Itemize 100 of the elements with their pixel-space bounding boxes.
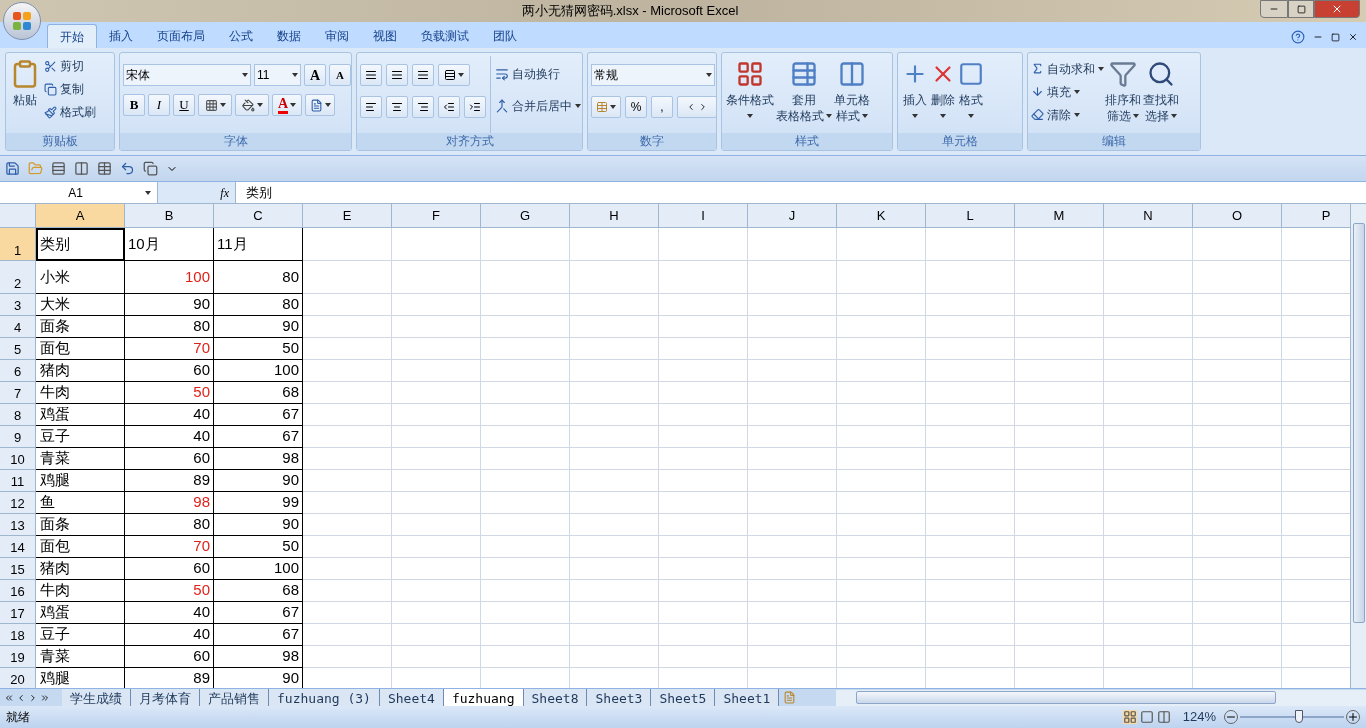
close-icon[interactable] bbox=[1348, 32, 1358, 42]
row-header[interactable]: 17 bbox=[0, 602, 36, 624]
row-header[interactable]: 6 bbox=[0, 360, 36, 382]
column-header[interactable]: C bbox=[214, 204, 303, 228]
phonetic-button[interactable] bbox=[305, 94, 335, 116]
ribbon-tab[interactable]: 审阅 bbox=[313, 24, 361, 48]
grow-font-button[interactable]: A bbox=[304, 64, 326, 86]
ribbon-tab[interactable]: 插入 bbox=[97, 24, 145, 48]
clipboard-button[interactable]: 格式刷 bbox=[44, 102, 96, 122]
row-header[interactable]: 11 bbox=[0, 470, 36, 492]
zoom-thumb[interactable] bbox=[1295, 710, 1304, 723]
next-sheet-icon[interactable] bbox=[28, 692, 38, 703]
font-style-button[interactable]: I bbox=[148, 94, 170, 116]
ribbon-tab[interactable]: 页面布局 bbox=[145, 24, 217, 48]
ribbon-tab[interactable]: 开始 bbox=[47, 24, 97, 48]
function-icon[interactable]: fx bbox=[220, 183, 229, 202]
cells-button[interactable]: 格式 bbox=[957, 56, 985, 133]
row-header[interactable]: 14 bbox=[0, 536, 36, 558]
column-header[interactable]: P bbox=[1282, 204, 1350, 228]
font-size-dropdown[interactable]: 11 bbox=[254, 64, 301, 86]
wrap-text-button[interactable]: 自动换行 bbox=[495, 64, 581, 84]
row-header[interactable]: 2 bbox=[0, 261, 36, 294]
cells-button[interactable]: 插入 bbox=[901, 56, 929, 133]
row-header[interactable]: 7 bbox=[0, 382, 36, 404]
styles-button[interactable]: 单元格 样式 bbox=[833, 56, 871, 133]
merge-center-button[interactable]: 合并后居中 bbox=[495, 96, 581, 116]
last-sheet-icon[interactable] bbox=[40, 692, 50, 703]
align-left-button[interactable] bbox=[360, 96, 382, 118]
row-header[interactable]: 13 bbox=[0, 514, 36, 536]
column-header[interactable]: B bbox=[125, 204, 214, 228]
clipboard-button[interactable]: 剪切 bbox=[44, 56, 96, 76]
zoom-in-icon[interactable] bbox=[1346, 710, 1360, 724]
ribbon-tab[interactable]: 负载测试 bbox=[409, 24, 481, 48]
sheet-tab[interactable]: 产品销售 bbox=[200, 689, 269, 706]
column-header[interactable]: L bbox=[926, 204, 1015, 228]
sheet-tab[interactable]: 学生成绩 bbox=[62, 689, 131, 706]
top-align-button[interactable] bbox=[360, 64, 382, 86]
column-header[interactable]: N bbox=[1104, 204, 1193, 228]
page-break-icon[interactable] bbox=[1156, 710, 1171, 724]
scroll-thumb[interactable] bbox=[856, 691, 1277, 704]
column-header[interactable]: K bbox=[837, 204, 926, 228]
row-header[interactable]: 18 bbox=[0, 624, 36, 646]
row-header[interactable]: 9 bbox=[0, 426, 36, 448]
sheet-tab[interactable]: 月考体育 bbox=[131, 689, 200, 706]
minimize-button[interactable] bbox=[1260, 0, 1288, 18]
styles-button[interactable]: 条件格式 bbox=[725, 56, 775, 133]
column-header[interactable]: H bbox=[570, 204, 659, 228]
font-style-button[interactable]: U bbox=[173, 94, 195, 116]
ribbon-tab[interactable]: 公式 bbox=[217, 24, 265, 48]
ribbon-tab[interactable]: 数据 bbox=[265, 24, 313, 48]
column-header[interactable]: E bbox=[303, 204, 392, 228]
row-header[interactable]: 3 bbox=[0, 294, 36, 316]
column-header[interactable]: O bbox=[1193, 204, 1282, 228]
row-header[interactable]: 1 bbox=[0, 228, 36, 261]
styles-button[interactable]: 套用 表格格式 bbox=[775, 56, 833, 133]
table-icon[interactable] bbox=[97, 161, 112, 176]
editing-button[interactable]: 自动求和 bbox=[1031, 58, 1104, 79]
page-layout-icon[interactable] bbox=[1139, 710, 1154, 724]
scroll-thumb[interactable] bbox=[1352, 223, 1365, 623]
row-header[interactable]: 8 bbox=[0, 404, 36, 426]
row-header[interactable]: 19 bbox=[0, 646, 36, 668]
middle-align-button[interactable] bbox=[386, 64, 408, 86]
vertical-scrollbar[interactable] bbox=[1350, 204, 1366, 688]
borders-button[interactable] bbox=[198, 94, 232, 116]
row-header[interactable]: 12 bbox=[0, 492, 36, 514]
formula-field[interactable]: 类别 bbox=[236, 182, 1366, 203]
row-header[interactable]: 16 bbox=[0, 580, 36, 602]
row-header[interactable]: 4 bbox=[0, 316, 36, 338]
decrease-indent-button[interactable] bbox=[438, 96, 460, 118]
sheet-tab[interactable]: fuzhuang bbox=[443, 689, 524, 706]
column-header[interactable]: J bbox=[748, 204, 837, 228]
editing-button[interactable]: 填充 bbox=[1031, 81, 1104, 102]
column-header[interactable]: F bbox=[392, 204, 481, 228]
paste-button[interactable]: 粘贴 bbox=[9, 56, 41, 133]
row-header[interactable]: 5 bbox=[0, 338, 36, 360]
ribbon-tab[interactable]: 团队 bbox=[481, 24, 529, 48]
sheet-tab[interactable]: Sheet3 bbox=[587, 689, 652, 706]
editing-big-button[interactable]: 查找和 选择 bbox=[1142, 56, 1180, 133]
font-style-button[interactable]: B bbox=[123, 94, 145, 116]
sheet-tab[interactable]: Sheet4 bbox=[379, 689, 444, 706]
sheet-tab[interactable]: Sheet1 bbox=[715, 689, 780, 706]
shrink-font-button[interactable]: A bbox=[329, 64, 351, 86]
editing-button[interactable]: 清除 bbox=[1031, 104, 1104, 125]
zoom-slider[interactable] bbox=[1240, 710, 1344, 724]
percent-button[interactable]: % bbox=[625, 96, 647, 118]
office-button[interactable] bbox=[3, 2, 41, 40]
normal-view-icon[interactable] bbox=[1122, 710, 1137, 724]
restore-button[interactable] bbox=[1288, 0, 1314, 18]
column-header[interactable]: M bbox=[1015, 204, 1104, 228]
column-header[interactable]: G bbox=[481, 204, 570, 228]
sheet-tab[interactable]: Sheet8 bbox=[523, 689, 588, 706]
align-center-button[interactable] bbox=[386, 96, 408, 118]
horizontal-scrollbar[interactable] bbox=[836, 689, 1366, 706]
sheet-tab[interactable]: fuzhuang (3) bbox=[269, 689, 380, 706]
font-color-button[interactable]: A bbox=[272, 94, 302, 116]
column-header[interactable]: A bbox=[36, 204, 125, 228]
cells-button[interactable]: 删除 bbox=[929, 56, 957, 133]
comma-button[interactable]: , bbox=[651, 96, 673, 118]
previous-sheet-icon[interactable] bbox=[16, 692, 26, 703]
column-header[interactable]: I bbox=[659, 204, 748, 228]
